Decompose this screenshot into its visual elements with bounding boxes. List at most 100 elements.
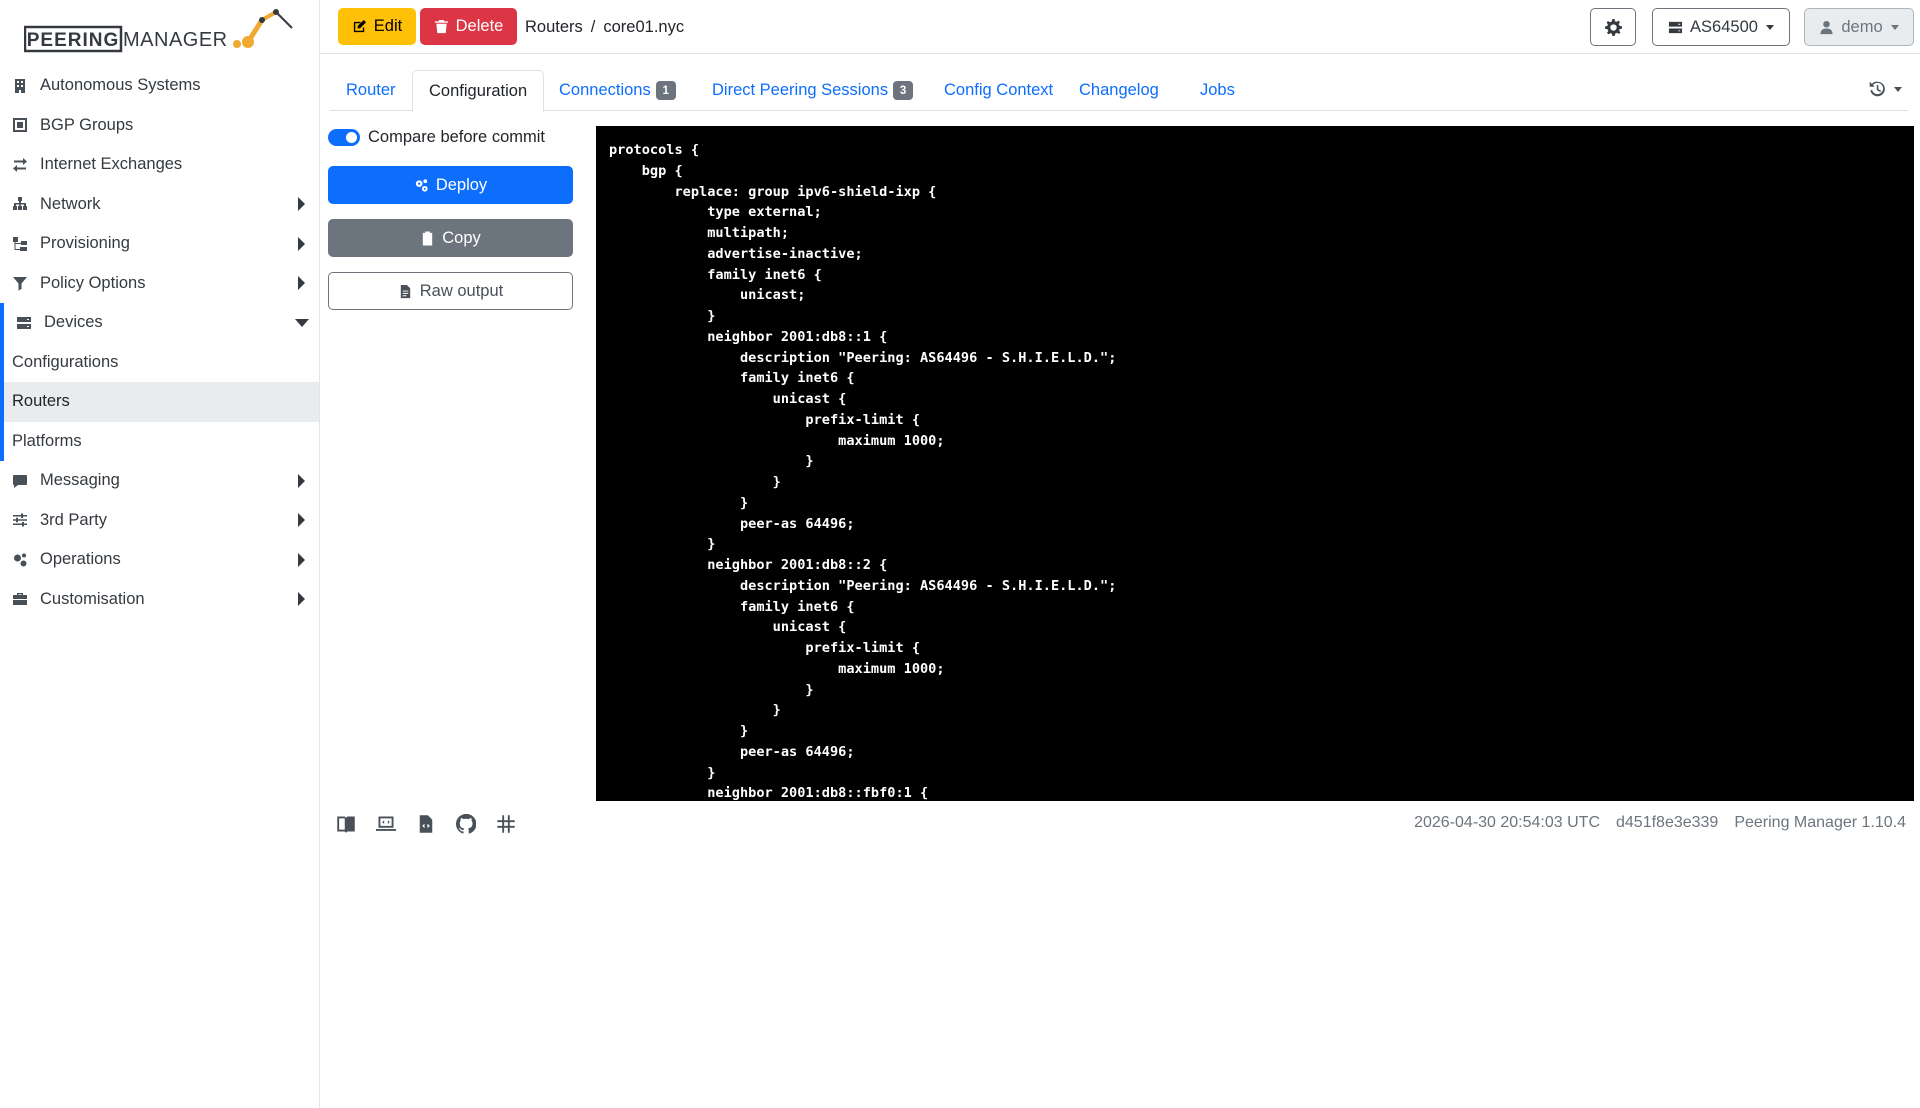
sidebar-item-label: BGP Groups — [40, 115, 134, 134]
cogs-icon — [415, 178, 428, 192]
tab-label: Jobs — [1200, 81, 1235, 99]
deploy-button[interactable]: Deploy — [328, 166, 573, 204]
raw-output-button-label: Raw output — [419, 281, 504, 300]
docs-icon[interactable] — [336, 814, 356, 834]
filter-icon — [10, 273, 30, 293]
sidebar-item-customisation[interactable]: Customisation — [0, 580, 319, 620]
sidebar-item-label: Devices — [44, 313, 103, 332]
tab-label: Configuration — [429, 81, 528, 100]
tab-changelog[interactable]: Changelog — [1079, 70, 1159, 111]
sidebar: PEERING MANAGER Autonomous Systems BGP G… — [0, 0, 320, 1108]
compare-toggle-switch[interactable] — [328, 129, 360, 146]
sidebar-nav: Autonomous Systems BGP Groups Internet E… — [0, 66, 319, 619]
chevron-right-icon — [298, 513, 305, 528]
settings-button[interactable] — [1590, 8, 1636, 46]
sidebar-item-autonomous-systems[interactable]: Autonomous Systems — [0, 66, 319, 106]
footer-timestamp: 2026-04-30 20:54:03 UTC — [1414, 814, 1600, 831]
footer-links — [336, 814, 536, 834]
logo[interactable]: PEERING MANAGER — [23, 6, 300, 54]
chevron-right-icon — [298, 473, 305, 488]
object-tabs: Router Configuration Connections 1 Direct… — [330, 70, 1908, 112]
tab-label: Direct Peering Sessions — [712, 81, 889, 99]
exchange-icon — [10, 155, 30, 175]
sidebar-item-3rd-party[interactable]: 3rd Party — [0, 501, 319, 541]
sidebar-item-devices[interactable]: Devices — [0, 303, 319, 343]
chevron-right-icon — [298, 236, 305, 251]
sidebar-item-label: Autonomous Systems — [40, 76, 201, 95]
sidebar-item-label: Platforms — [12, 431, 82, 450]
building-icon — [10, 76, 30, 96]
server-icon — [14, 313, 34, 333]
tab-direct-peering-sessions[interactable]: Direct Peering Sessions 3 — [712, 70, 914, 111]
tab-label: Router — [346, 81, 396, 99]
count-badge: 1 — [655, 81, 676, 100]
github-icon[interactable] — [456, 814, 476, 834]
robot-arm-icon — [233, 9, 293, 48]
sidebar-item-internet-exchanges[interactable]: Internet Exchanges — [0, 145, 319, 185]
footer-commit[interactable]: d451f8e3e339 — [1616, 814, 1718, 832]
delete-button-label: Delete — [455, 17, 504, 35]
tab-router[interactable]: Router — [346, 70, 396, 111]
raw-output-button[interactable]: Raw output — [328, 272, 573, 310]
asn-dropdown[interactable]: AS64500 — [1652, 8, 1790, 46]
provisioning-icon — [10, 234, 30, 254]
sidebar-item-label: Messaging — [40, 471, 120, 490]
history-dropdown[interactable] — [1868, 80, 1902, 98]
footer-version[interactable]: Peering Manager 1.10.4 — [1734, 814, 1906, 832]
compare-toggle-row: Compare before commit — [328, 128, 545, 147]
user-dropdown-label: demo — [1841, 17, 1883, 36]
sidebar-item-platforms[interactable]: Platforms — [4, 422, 319, 462]
tab-config-context[interactable]: Config Context — [944, 70, 1053, 111]
sidebar-item-label: Internet Exchanges — [40, 155, 183, 174]
tab-connections[interactable]: Connections 1 — [559, 70, 676, 111]
chevron-right-icon — [298, 197, 305, 212]
sidebar-item-routers[interactable]: Routers — [4, 382, 319, 422]
gear-icon — [1604, 18, 1622, 36]
chat-icon — [10, 471, 30, 491]
sidebar-item-label: Configurations — [12, 352, 119, 371]
slack-icon[interactable] — [496, 814, 516, 834]
delete-button[interactable]: Delete — [420, 8, 517, 45]
api-icon[interactable] — [376, 814, 396, 834]
copy-button-label: Copy — [442, 228, 481, 247]
breadcrumb-parent[interactable]: Routers — [525, 18, 583, 36]
footer-info: 2026-04-30 20:54:03 UTC d451f8e3e339 Pee… — [1398, 814, 1906, 832]
breadcrumb-current: core01.nyc — [603, 18, 685, 36]
logo-text-left: PEERING — [27, 30, 120, 51]
caret-down-icon — [1894, 86, 1902, 92]
chevron-right-icon — [298, 552, 305, 567]
network-icon — [10, 194, 30, 214]
user-icon — [1820, 20, 1833, 34]
edit-button[interactable]: Edit — [338, 8, 416, 45]
file-code-icon[interactable] — [416, 814, 436, 834]
tab-label: Config Context — [944, 81, 1054, 99]
tab-label: Changelog — [1079, 81, 1159, 99]
sidebar-item-configurations[interactable]: Configurations — [4, 343, 319, 383]
sidebar-item-bgp-groups[interactable]: BGP Groups — [0, 106, 319, 146]
history-icon — [1869, 81, 1885, 97]
deploy-button-label: Deploy — [435, 175, 488, 194]
caret-down-icon — [1765, 24, 1774, 30]
sidebar-item-messaging[interactable]: Messaging — [0, 461, 319, 501]
sidebar-item-label: Provisioning — [40, 234, 130, 253]
clipboard-icon — [423, 230, 433, 246]
sidebar-item-network[interactable]: Network — [0, 185, 319, 225]
edit-icon — [353, 19, 366, 33]
breadcrumb: Routers / core01.nyc — [525, 18, 684, 37]
chevron-right-icon — [298, 592, 305, 607]
configuration-output[interactable]: protocols { bgp { replace: group ipv6-sh… — [596, 126, 1914, 801]
copy-button[interactable]: Copy — [328, 219, 573, 257]
tab-configuration[interactable]: Configuration — [412, 70, 545, 112]
sidebar-item-label: Routers — [12, 392, 70, 411]
sidebar-item-operations[interactable]: Operations — [0, 540, 319, 580]
tab-label: Connections — [559, 81, 651, 99]
chevron-down-icon — [295, 318, 309, 327]
file-text-icon — [400, 284, 410, 298]
configuration-text: protocols { bgp { replace: group ipv6-sh… — [609, 142, 1117, 801]
sidebar-item-provisioning[interactable]: Provisioning — [0, 224, 319, 264]
sidebar-item-policy-options[interactable]: Policy Options — [0, 264, 319, 304]
cogs-icon — [10, 550, 30, 570]
trash-icon — [434, 19, 448, 34]
user-dropdown[interactable]: demo — [1804, 8, 1914, 46]
tab-jobs[interactable]: Jobs — [1200, 70, 1235, 111]
